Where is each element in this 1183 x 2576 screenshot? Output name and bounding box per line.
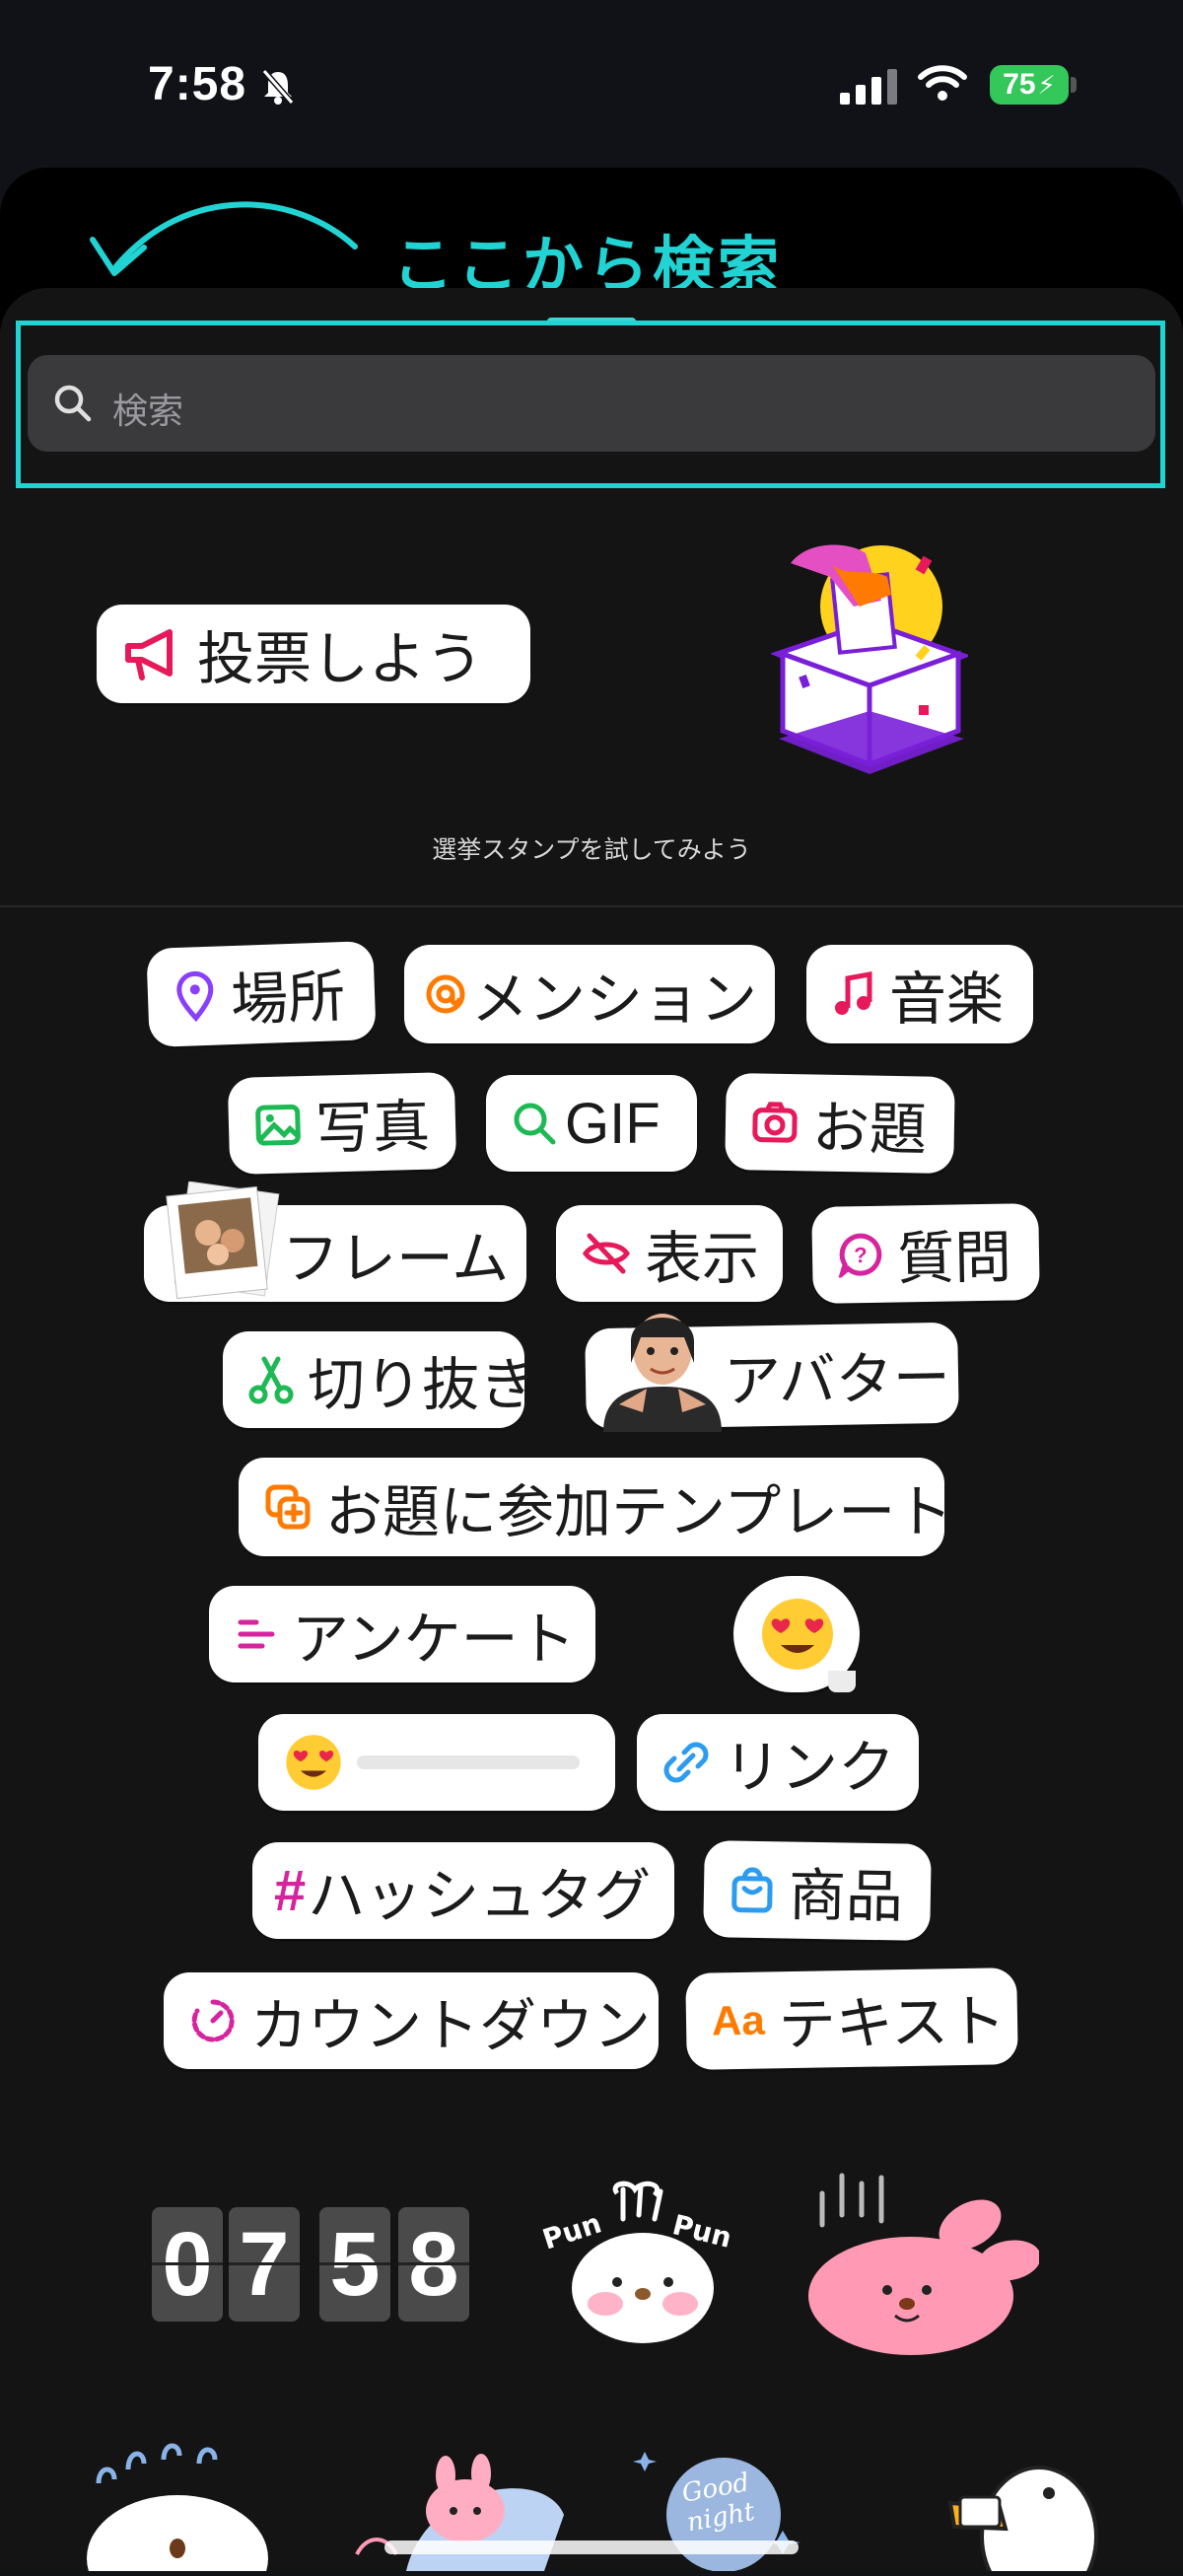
question-label: 質問 [896,1225,1012,1292]
music-label: 音楽 [889,967,1005,1032]
svg-text:?: ? [854,1243,868,1267]
reveal-sticker[interactable]: 表示 [556,1205,783,1302]
hashtag-label: ハッシュタグ [308,1864,652,1928]
cutout-sticker[interactable]: 切り抜き [223,1331,536,1428]
poll-sticker[interactable]: アンケート [209,1586,595,1682]
slider-track [357,1755,580,1769]
question-bubble-icon: ? [837,1232,884,1278]
text-aa-icon: Aa [711,1996,766,2044]
gif-search-icon [512,1101,557,1146]
ballot-box-illustration[interactable] [769,537,972,779]
gif-label: GIF [565,1091,661,1156]
link-sticker[interactable]: リンク [637,1714,919,1811]
photo-label: 写真 [314,1094,431,1162]
pun-pun-character-sticker[interactable]: Pun Pun [524,2180,757,2347]
poll-label: アンケート [292,1608,576,1672]
hashtag-icon: # [274,1858,307,1923]
wifi-icon [917,63,968,107]
curved-arrow-annotation [79,182,375,286]
clock-digit: 5 [319,2207,390,2322]
heart-eyes-emoji-icon [284,1733,343,1792]
shopping-bag-icon [730,1864,776,1914]
countdown-label: カウントダウン [250,1994,652,2058]
search-input[interactable] [28,355,1155,452]
text-label: テキスト [778,1989,1007,2058]
home-indicator[interactable] [384,2540,799,2554]
charging-icon: ⚡ [1037,69,1056,100]
mention-label: メンション [471,967,758,1032]
search-placeholder: 検索 [112,391,184,431]
section-divider [0,905,1183,907]
battery-cap [1071,77,1077,93]
clock-digit: 8 [398,2207,469,2322]
gif-sticker[interactable]: GIF [486,1075,697,1172]
promo-caption: 選挙スタンプを試してみよう [432,836,751,864]
topic-sticker[interactable]: お題 [725,1072,955,1175]
hashtag-sticker[interactable]: # ハッシュタグ [252,1842,674,1939]
threads-at-icon [424,972,467,1016]
polaroid-photo-thumbnail [164,1181,282,1305]
cutout-label: 切り抜き [308,1353,537,1417]
poll-bars-icon [235,1614,278,1654]
image-icon [253,1103,302,1147]
product-label: 商品 [788,1863,904,1930]
clock-digit: 0 [152,2207,223,2322]
rabbit-bath-sticker[interactable] [347,2446,584,2576]
link-label: リンク [724,1736,896,1800]
countdown-timer-icon [189,1997,237,2044]
music-sticker[interactable]: 音楽 [806,945,1033,1043]
heart-eyes-emoji-icon [759,1596,836,1678]
camera-icon [751,1100,800,1144]
emoji-reaction-sticker[interactable] [733,1576,864,1698]
white-bird-sticker[interactable] [931,2448,1108,2576]
location-label: 場所 [230,965,347,1034]
status-time: 7:58 [148,58,247,110]
clock-digit: 7 [229,2207,300,2322]
battery-indicator: 75 ⚡ [990,65,1069,105]
bell-muted-icon [258,67,298,111]
cellular-signal-icon [840,69,897,105]
music-note-icon [832,970,875,1018]
mention-sticker[interactable]: メンション [404,945,775,1043]
product-sticker[interactable]: 商品 [703,1840,932,1941]
battery-level: 75 [1003,68,1036,101]
reveal-label: 表示 [645,1227,760,1291]
location-sticker[interactable]: 場所 [146,941,377,1047]
pink-rabbit-sticker[interactable] [802,2166,1041,2368]
add-yours-template-label: お題に参加テンプレート [325,1480,953,1544]
emoji-slider-sticker[interactable] [258,1714,615,1811]
photo-sticker[interactable]: 写真 [227,1072,457,1175]
link-chain-icon [662,1739,710,1786]
countdown-sticker[interactable]: カウントダウン [164,1972,659,2069]
scissors-icon [248,1355,294,1404]
location-pin-icon [173,970,218,1024]
eye-slash-icon [582,1232,631,1275]
megaphone-icon [122,626,183,681]
avatar-figure-image [590,1294,735,1437]
topic-label: お題 [811,1096,928,1163]
question-sticker[interactable]: ? 質問 [811,1203,1040,1304]
text-sticker[interactable]: Aa テキスト [685,1968,1018,2070]
avatar-label: アバター [723,1345,951,1414]
vote-label: 投票しよう [197,627,484,691]
frame-label: フレーム [282,1227,510,1291]
white-character-sticker[interactable] [69,2430,286,2576]
template-add-icon [264,1483,312,1531]
search-icon [51,382,95,430]
add-yours-template-sticker[interactable]: お題に参加テンプレート [239,1458,952,1556]
vote-button[interactable]: 投票しよう [97,605,530,703]
